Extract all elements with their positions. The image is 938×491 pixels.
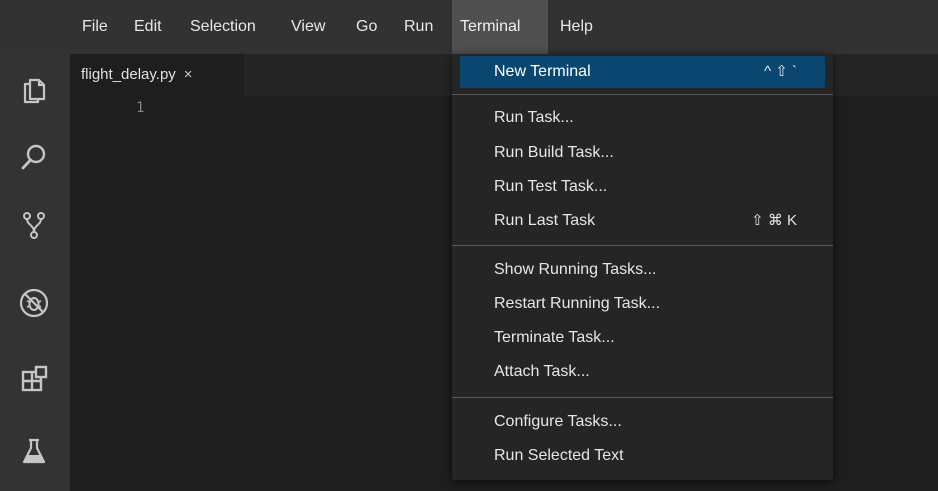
menu-item-label: Run Last Task: [494, 212, 596, 229]
menu-item-run-last-task[interactable]: Run Last Task ⇧ ⌘ K: [460, 205, 825, 237]
search-icon-glyph: [21, 144, 46, 170]
shortcut-label: ^ ⇧ `: [764, 63, 797, 80]
tab-flight-delay[interactable]: flight_delay.py ×: [70, 54, 244, 96]
menu-item-show-running-tasks[interactable]: Show Running Tasks...: [460, 254, 825, 286]
menu-item-run-test-task[interactable]: Run Test Task...: [460, 171, 825, 203]
close-icon[interactable]: ×: [184, 66, 193, 83]
activity-bar: [0, 54, 70, 491]
explorer-icon[interactable]: [12, 67, 56, 111]
tab-filename: flight_delay.py: [81, 66, 176, 83]
source-control-icon-glyph: [23, 212, 45, 239]
menu-separator: [452, 397, 833, 398]
menu-edit[interactable]: Edit: [126, 0, 170, 54]
menu-item-run-selected-text[interactable]: Run Selected Text: [460, 440, 825, 472]
menu-selection[interactable]: Selection: [182, 0, 264, 54]
explorer-icon-glyph: [23, 78, 46, 104]
search-icon[interactable]: [12, 135, 56, 179]
menu-help[interactable]: Help: [552, 0, 601, 54]
debug-icon[interactable]: [12, 281, 56, 325]
menu-bar: File Edit Selection View Go Run Terminal…: [0, 0, 938, 54]
menu-separator: [452, 94, 833, 95]
menu-item-attach-task[interactable]: Attach Task...: [460, 356, 825, 388]
extensions-icon[interactable]: [12, 357, 56, 401]
menu-terminal[interactable]: Terminal: [452, 0, 548, 54]
testing-icon[interactable]: [12, 429, 56, 473]
menu-run[interactable]: Run: [396, 0, 441, 54]
menu-item-restart-running-task[interactable]: Restart Running Task...: [460, 288, 825, 320]
shortcut-label: ⇧ ⌘ K: [751, 212, 797, 229]
menu-go[interactable]: Go: [348, 0, 385, 54]
terminal-menu-dropdown: New Terminal ^ ⇧ ` Run Task... Run Build…: [452, 54, 833, 480]
menu-item-new-terminal[interactable]: New Terminal ^ ⇧ `: [460, 56, 825, 88]
debug-icon-glyph: [19, 288, 49, 318]
menu-file[interactable]: File: [74, 0, 116, 54]
menu-view[interactable]: View: [283, 0, 333, 54]
menu-separator: [452, 245, 833, 246]
line-number: 1: [136, 100, 145, 116]
vscode-window: File Edit Selection View Go Run Terminal…: [0, 0, 938, 491]
menu-item-terminate-task[interactable]: Terminate Task...: [460, 322, 825, 354]
testing-icon-glyph: [22, 438, 46, 464]
menu-item-configure-tasks[interactable]: Configure Tasks...: [460, 406, 825, 438]
menu-item-run-task[interactable]: Run Task...: [460, 102, 825, 134]
menu-item-label: New Terminal: [494, 63, 591, 80]
menu-item-run-build-task[interactable]: Run Build Task...: [460, 137, 825, 169]
extensions-icon-glyph: [21, 365, 48, 392]
source-control-icon[interactable]: [12, 203, 56, 247]
